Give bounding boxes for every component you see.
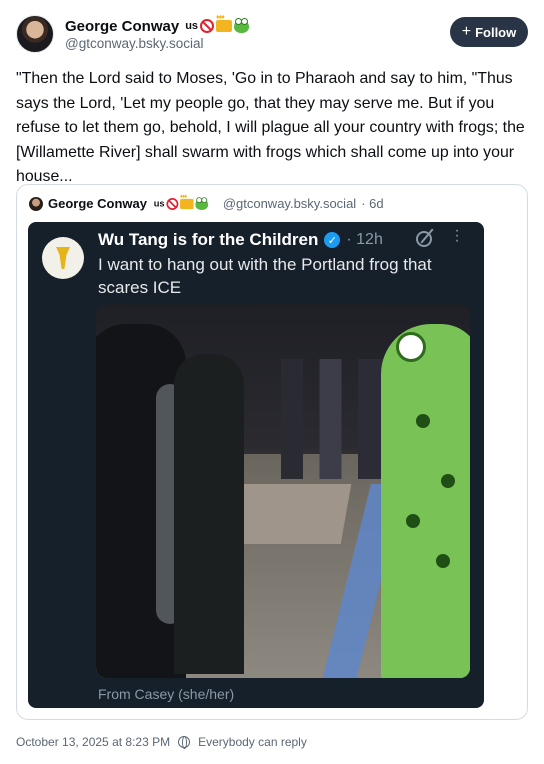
video-frog-spot [406, 514, 420, 528]
author-line: George Conway us [65, 14, 250, 36]
us-flag-icon: us [153, 198, 165, 209]
embedded-post-time: · 12h [346, 231, 383, 248]
quoted-author-handle: @gtconway.bsky.social [222, 196, 357, 211]
video-frog-spot [436, 554, 450, 568]
video-frog-eye [396, 332, 426, 362]
quoted-author-avatar [29, 196, 43, 211]
video-officer-right [174, 354, 244, 674]
us-flag-icon: us [185, 20, 199, 32]
video-frog-spot [416, 414, 430, 428]
video-frog-costume [381, 324, 470, 678]
embedded-media[interactable]: Wu Tang is for the Children ✓ · 12h · · · … [28, 222, 484, 708]
post: George Conway us @gtconway.bsky.social +… [0, 0, 544, 764]
embedded-post-text: I want to hang out with the Portland fro… [98, 255, 432, 297]
no-entry-icon [166, 197, 179, 210]
quoted-post-card[interactable]: George Conway us @gtconway.bsky.social ·… [16, 184, 528, 720]
quoted-post-age: · 6d [361, 196, 384, 211]
crown-icon [179, 193, 194, 209]
frog-icon [234, 17, 250, 33]
globe-icon [178, 736, 191, 749]
video-frog-spot [441, 474, 455, 488]
follow-label: Follow [475, 24, 517, 40]
quoted-author-name: George Conway [48, 196, 147, 211]
embedded-author-name: Wu Tang is for the Children [98, 230, 319, 249]
reply-visibility: Everybody can reply [198, 735, 307, 749]
grok-icon [416, 231, 432, 247]
video-protesters [281, 359, 391, 479]
no-entry-icon [200, 19, 215, 33]
quoted-post-header: George Conway us @gtconway.bsky.social ·… [29, 193, 384, 211]
embedded-author-avatar [42, 237, 84, 279]
post-timestamp: October 13, 2025 at 8:23 PM [16, 735, 171, 749]
post-footer: October 13, 2025 at 8:23 PM Everybody ca… [16, 735, 307, 749]
post-text: "Then the Lord said to Moses, 'Go in to … [16, 70, 525, 185]
plus-icon: + [461, 23, 472, 40]
more-options-icon: · · · [454, 222, 460, 249]
quoted-author-emoji-row: us [152, 193, 208, 210]
frog-icon [195, 196, 208, 210]
author-avatar[interactable] [16, 15, 54, 53]
embedded-author-row: Wu Tang is for the Children ✓ · 12h [98, 228, 383, 252]
author-display-name[interactable]: George Conway [65, 18, 179, 35]
verified-badge-icon: ✓ [324, 232, 341, 248]
video-player[interactable]: 🔇 [96, 304, 470, 678]
embedded-video-credit: From Casey (she/her) [98, 686, 235, 702]
crown-icon [216, 14, 233, 32]
wu-tang-logo-icon [56, 247, 70, 269]
follow-button[interactable]: + Follow [450, 17, 528, 47]
author-handle[interactable]: @gtconway.bsky.social [65, 36, 204, 51]
author-emoji-row: us [183, 14, 250, 33]
